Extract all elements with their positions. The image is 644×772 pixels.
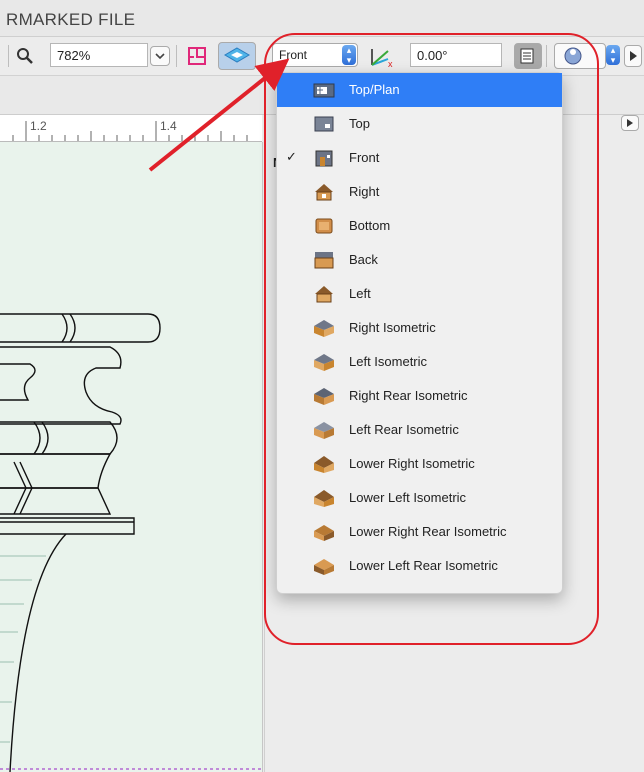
- annotation-arrow: [148, 58, 290, 172]
- annotation-highlight-box: [264, 33, 599, 645]
- red-annotation: [148, 33, 599, 645]
